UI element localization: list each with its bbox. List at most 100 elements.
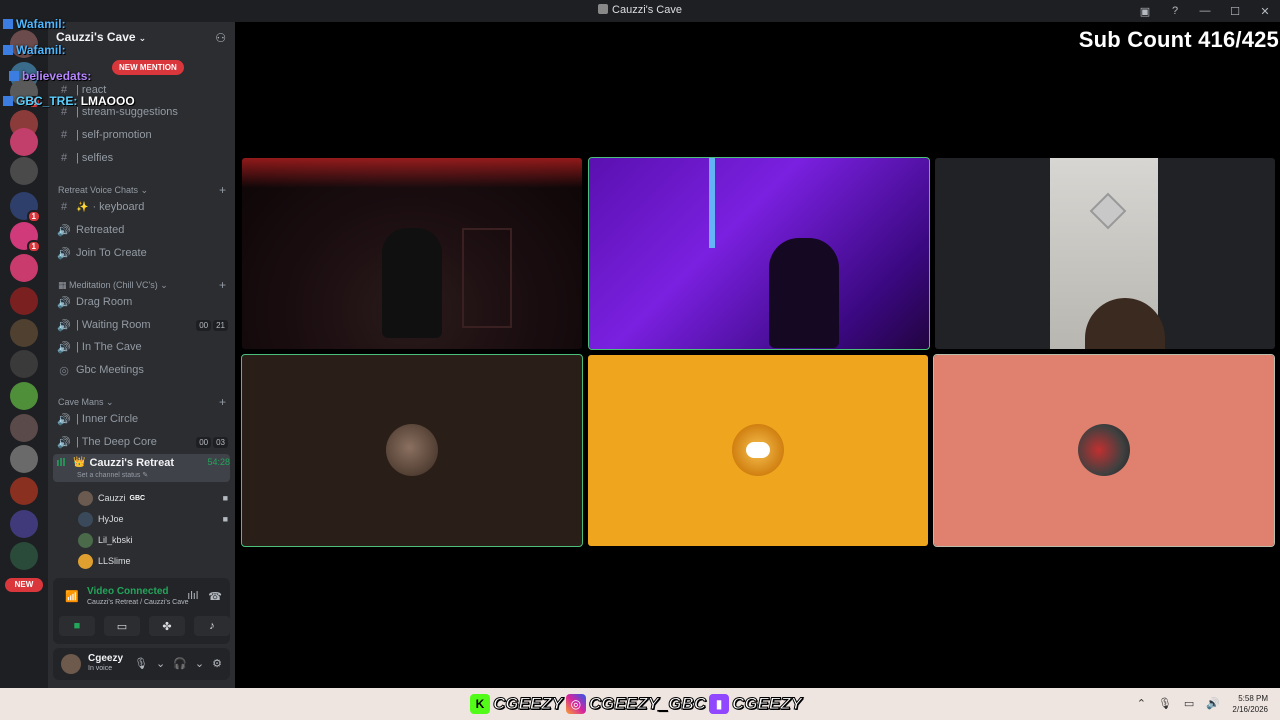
- channel-item[interactable]: # | selfies: [56, 148, 228, 168]
- window-controls: ▣ ? — ☐ ✕: [1130, 0, 1280, 22]
- voice-user-name: Cauzzi: [98, 493, 126, 503]
- system-tray: ⌃ 🎙 ▭ 🔊: [1137, 697, 1220, 710]
- microphone-icon[interactable]: 🎙: [134, 657, 148, 670]
- server-icon[interactable]: [10, 254, 38, 282]
- channel-item[interactable]: # | stream-suggestions: [56, 102, 228, 122]
- maximize-button[interactable]: ☐: [1220, 0, 1250, 22]
- channel-item[interactable]: 🔊 | In The Cave: [56, 337, 228, 357]
- video-tile-1[interactable]: [242, 158, 582, 349]
- server-tag: GBC: [129, 494, 146, 502]
- category-cave-mans[interactable]: Cave Mans ⌄ +: [58, 395, 226, 409]
- avatar[interactable]: [61, 654, 81, 674]
- voice-channel-icon: 🔊: [57, 296, 71, 309]
- microphone-icon[interactable]: 🎙: [1158, 697, 1172, 710]
- server-icon[interactable]: 1: [10, 192, 41, 223]
- server-icon[interactable]: [10, 510, 38, 538]
- video-tile-6[interactable]: [933, 354, 1275, 547]
- avatar: [78, 553, 93, 569]
- channel-item[interactable]: 🔊 | The Deep Core 00 03: [56, 432, 228, 452]
- server-icon[interactable]: 1: [10, 78, 41, 109]
- server-icon[interactable]: [10, 287, 38, 315]
- disconnect-icon[interactable]: ☎: [208, 590, 222, 603]
- category-meditation[interactable]: ▦ Meditation (Chill VC's) ⌄ +: [58, 278, 226, 292]
- headphones-icon[interactable]: 🎧: [173, 657, 187, 670]
- server-icon[interactable]: [10, 414, 38, 442]
- voice-status-title[interactable]: Video Connected: [87, 586, 169, 597]
- chevron-down-icon[interactable]: ⌄: [156, 657, 165, 670]
- voice-connection-panel: 📶 Video Connected Cauzzi's Retreat / Cau…: [53, 578, 230, 644]
- server-icon[interactable]: [10, 319, 38, 347]
- username[interactable]: Cgeezy: [88, 653, 123, 664]
- camera-on-icon: ■: [222, 493, 228, 503]
- help-icon[interactable]: ?: [1160, 0, 1190, 22]
- voice-user[interactable]: HyJoe ■: [78, 510, 228, 528]
- video-tile-4[interactable]: [241, 354, 583, 547]
- channel-item[interactable]: # ✨ · keyboard: [56, 197, 228, 217]
- invite-people-icon[interactable]: ⚇: [215, 31, 226, 45]
- new-mention-badge[interactable]: NEW MENTION: [112, 60, 184, 75]
- server-icon[interactable]: [10, 542, 38, 570]
- channel-item[interactable]: 🔊 Retreated: [56, 220, 228, 240]
- add-channel-icon[interactable]: +: [219, 395, 226, 409]
- camera-button[interactable]: ■: [59, 616, 95, 636]
- close-button[interactable]: ✕: [1250, 0, 1280, 22]
- voice-user-name: LLSlime: [98, 556, 131, 566]
- video-tile-3[interactable]: [935, 158, 1275, 349]
- channel-label: Gbc Meetings: [76, 364, 144, 376]
- avatar: [78, 511, 93, 527]
- network-icon[interactable]: ▭: [1184, 697, 1194, 710]
- video-tile-5[interactable]: [588, 355, 928, 546]
- screen-share-button[interactable]: ▭: [104, 616, 140, 636]
- avatar: [386, 424, 438, 476]
- person-silhouette: [769, 238, 839, 348]
- clock[interactable]: 5:58 PM 2/16/2026: [1232, 693, 1268, 715]
- activities-button[interactable]: ✤: [149, 616, 185, 636]
- soundboard-button[interactable]: ♪: [194, 616, 230, 636]
- server-icon[interactable]: [10, 157, 38, 185]
- crown-icon: 👑: [73, 457, 86, 468]
- server-icon[interactable]: [10, 382, 38, 410]
- signal-icon[interactable]: 📶: [65, 590, 79, 603]
- voice-status-subtitle[interactable]: Cauzzi's Retreat / Cauzzi's Cave: [87, 599, 189, 606]
- channel-item[interactable]: 🔊 | Inner Circle: [56, 409, 228, 429]
- minimize-button[interactable]: —: [1190, 0, 1220, 22]
- server-icon[interactable]: [10, 30, 38, 58]
- video-tile-2[interactable]: [588, 157, 930, 350]
- settings-gear-icon[interactable]: ⚙: [212, 657, 222, 670]
- chevron-down-icon[interactable]: ⌄: [195, 657, 204, 670]
- channel-item[interactable]: 🔊 | Waiting Room 00 21: [56, 315, 228, 335]
- channel-item[interactable]: 🔊 Drag Room: [56, 292, 228, 312]
- channel-item[interactable]: 🔊 Join To Create: [56, 243, 228, 263]
- channel-status[interactable]: Set a channel status ✎: [77, 471, 148, 479]
- channel-item[interactable]: # | self-promotion: [56, 125, 228, 145]
- channel-cauzzis-retreat[interactable]: ıll 👑 Cauzzi's Retreat 54:28 Set a chann…: [53, 454, 230, 482]
- add-channel-icon[interactable]: +: [219, 183, 226, 197]
- person-silhouette: [382, 228, 442, 338]
- server-name[interactable]: Cauzzi's Cave ⌄: [56, 30, 146, 44]
- channel-item[interactable]: # | react: [56, 80, 228, 100]
- voice-user[interactable]: Lil_kbski: [78, 531, 228, 549]
- voice-user[interactable]: LLSlime: [78, 552, 228, 570]
- noise-suppression-icon[interactable]: ılıl: [187, 590, 198, 603]
- volume-icon[interactable]: 🔊: [1206, 697, 1220, 710]
- server-icon[interactable]: 1: [10, 222, 41, 253]
- inbox-icon[interactable]: ▣: [1130, 0, 1160, 22]
- voice-user[interactable]: Cauzzi GBC ■: [78, 489, 228, 507]
- server-icon[interactable]: [10, 477, 38, 505]
- camera-on-icon: ■: [222, 514, 228, 524]
- channel-item[interactable]: ◎ Gbc Meetings: [56, 360, 228, 380]
- channel-label: | stream-suggestions: [76, 106, 178, 118]
- text-channel-icon: #: [60, 106, 68, 118]
- user-count: 00 21: [196, 319, 228, 331]
- channel-label: Drag Room: [76, 296, 133, 308]
- server-icon[interactable]: [10, 128, 38, 156]
- server-icon[interactable]: [10, 350, 38, 378]
- category-retreat-voice-chats[interactable]: Retreat Voice Chats ⌄ +: [58, 183, 226, 197]
- led-strip: [709, 158, 715, 248]
- add-channel-icon[interactable]: +: [219, 278, 226, 292]
- server-icon[interactable]: [10, 445, 38, 473]
- channel-label: | Inner Circle: [76, 413, 139, 425]
- text-channel-icon: #: [60, 84, 68, 96]
- new-servers-pill[interactable]: NEW: [5, 578, 43, 592]
- chevron-up-icon[interactable]: ⌃: [1137, 697, 1146, 710]
